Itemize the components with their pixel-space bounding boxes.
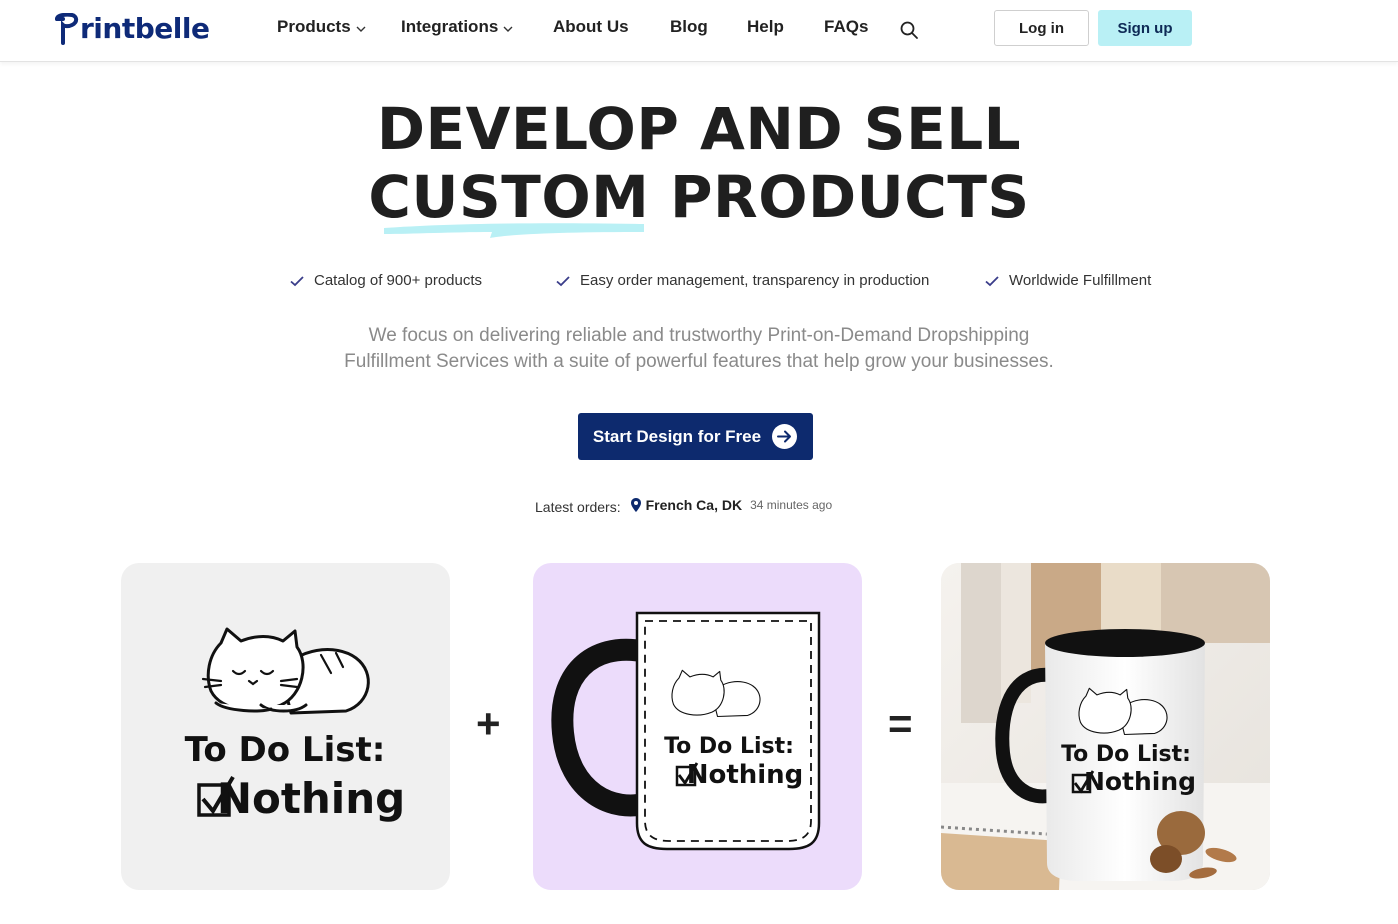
photo-text-line1: To Do List: bbox=[1061, 742, 1191, 767]
feature-label: Worldwide Fulfillment bbox=[1009, 272, 1152, 289]
design-text-line2: Nothing bbox=[217, 774, 405, 823]
mug-text-line1: To Do List: bbox=[664, 734, 794, 759]
search-icon[interactable] bbox=[898, 19, 920, 41]
start-design-button[interactable]: Start Design for Free bbox=[578, 413, 813, 460]
nav-item-label: Blog bbox=[670, 17, 708, 36]
latest-orders-label: Latest orders: bbox=[535, 499, 621, 515]
feature-item: Catalog of 900+ products bbox=[289, 272, 482, 289]
feature-label: Easy order management, transparency in p… bbox=[580, 272, 930, 289]
photo-text-line2: Nothing bbox=[1084, 767, 1196, 796]
nav-item-label: FAQs bbox=[824, 17, 869, 36]
login-button[interactable]: Log in bbox=[994, 10, 1089, 46]
nav-item-integrations[interactable]: Integrations bbox=[401, 17, 514, 37]
design-text-line1: To Do List: bbox=[185, 730, 386, 770]
nav-item-blog[interactable]: Blog bbox=[670, 17, 708, 37]
hero-subtitle-line2: Fulfillment Services with a suite of pow… bbox=[344, 351, 1054, 372]
arrow-right-circle-icon bbox=[772, 424, 798, 449]
latest-order-time: 34 minutes ago bbox=[750, 498, 833, 512]
hero-title-line2: CUSTOM PRODUCTS bbox=[368, 163, 1030, 231]
equals-operator: = bbox=[888, 700, 913, 747]
mug-template-card: To Do List: Nothing bbox=[533, 563, 862, 890]
check-icon bbox=[290, 275, 304, 286]
location-pin-icon bbox=[630, 498, 641, 512]
logo-text: rintbelle bbox=[80, 12, 210, 45]
plus-operator: + bbox=[476, 700, 501, 747]
cta-label: Start Design for Free bbox=[592, 426, 762, 446]
feature-label: Catalog of 900+ products bbox=[314, 272, 483, 289]
check-icon bbox=[556, 275, 570, 286]
nav-item-label: Integrations bbox=[401, 17, 499, 36]
feature-list: Catalog of 900+ products Easy order mana… bbox=[0, 272, 1398, 294]
chevron-down-icon bbox=[503, 26, 513, 32]
nav-item-products[interactable]: Products bbox=[277, 17, 367, 37]
check-icon bbox=[985, 275, 999, 286]
nav-item-help[interactable]: Help bbox=[747, 17, 784, 37]
chevron-down-icon bbox=[356, 26, 366, 32]
signup-button[interactable]: Sign up bbox=[1098, 10, 1192, 46]
cat-design-illustration: To Do List: Nothing bbox=[185, 627, 405, 823]
brand-logo[interactable]: rintbelle bbox=[54, 12, 210, 46]
mug-template-illustration: To Do List: Nothing bbox=[551, 611, 821, 851]
feature-item: Easy order management, transparency in p… bbox=[555, 272, 929, 289]
hero-title: DEVELOP AND SELL CUSTOM PRODUCTS bbox=[0, 95, 1398, 231]
mug-text-line2: Nothing bbox=[687, 760, 804, 790]
latest-orders: Latest orders: French Ca, DK 34 minutes … bbox=[535, 494, 832, 516]
product-photo-card: To Do List: Nothing bbox=[941, 563, 1270, 890]
nav-item-label: Products bbox=[277, 17, 351, 36]
feature-item: Worldwide Fulfillment bbox=[984, 272, 1151, 289]
hero-subtitle: We focus on delivering reliable and trus… bbox=[0, 323, 1398, 375]
latest-order-location: French Ca, DK bbox=[645, 497, 743, 513]
design-card: To Do List: Nothing bbox=[121, 563, 450, 890]
nav-item-label: About Us bbox=[553, 17, 629, 36]
hero-subtitle-line1: We focus on delivering reliable and trus… bbox=[368, 325, 1030, 346]
nav-item-label: Help bbox=[747, 17, 784, 36]
hero-title-line1: DEVELOP AND SELL bbox=[376, 95, 1022, 163]
mug-product-photo: To Do List: Nothing bbox=[941, 563, 1270, 890]
site-header: rintbelle Products Integrations About Us… bbox=[0, 0, 1398, 62]
logo-mark-icon bbox=[55, 13, 79, 45]
nav-item-about-us[interactable]: About Us bbox=[553, 17, 629, 37]
nav-item-faqs[interactable]: FAQs bbox=[824, 17, 868, 37]
